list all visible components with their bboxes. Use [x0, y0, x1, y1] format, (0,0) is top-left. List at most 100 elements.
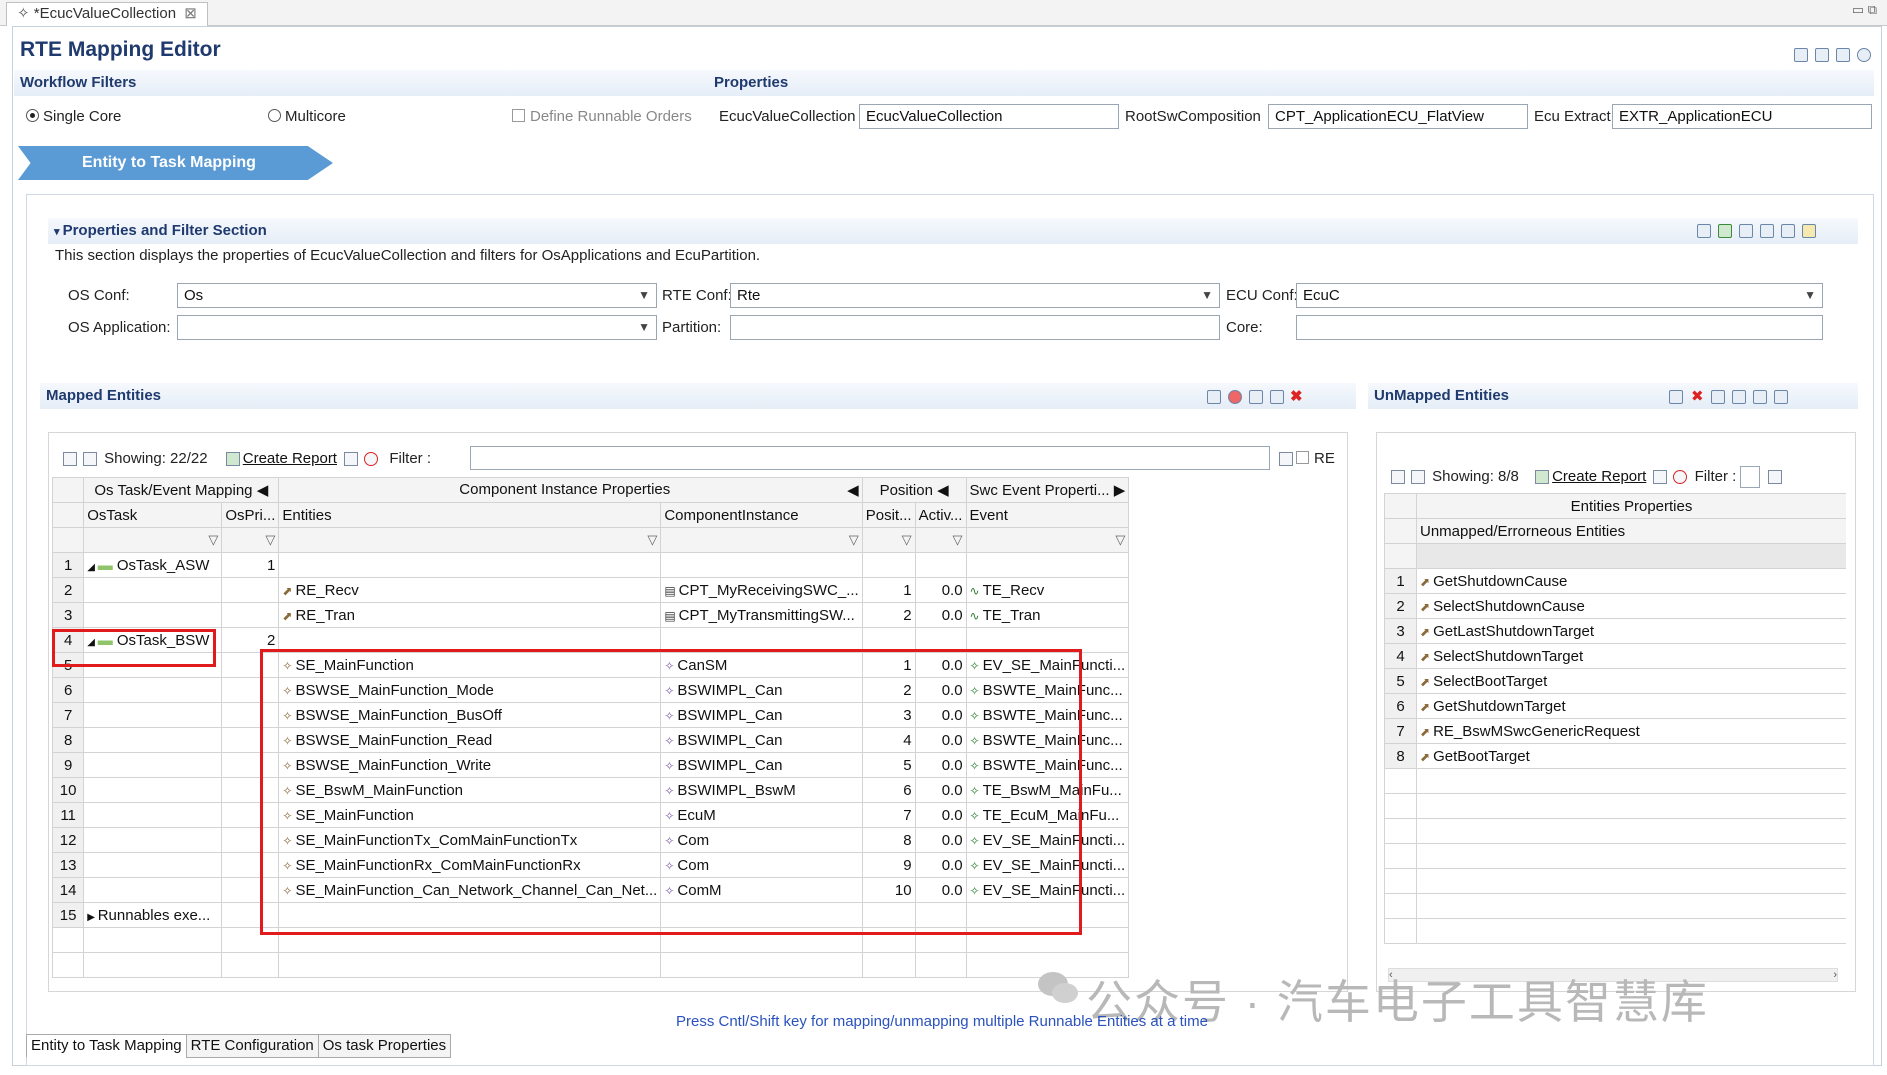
refresh-icon[interactable] [1653, 470, 1668, 484]
view-icon[interactable] [1710, 390, 1725, 405]
stop-icon[interactable] [1228, 390, 1242, 405]
group-header-position[interactable]: Position ◀ [861, 477, 967, 503]
group-header-os-task[interactable]: Os Task/Event Mapping ◀ [83, 477, 280, 503]
list-item[interactable]: 5 ⬈ SelectBootTarget [1384, 668, 1846, 694]
expand-icon[interactable]: ▶ [87, 912, 97, 923]
single-core-radio[interactable]: Single Core [26, 108, 121, 125]
scroll-right-icon[interactable]: › [1833, 969, 1837, 981]
ecuc-field[interactable]: EcucValueCollection [859, 104, 1119, 129]
unmapped-entity-cell[interactable]: ⬈ RE_BswMSwcGenericRequest [1416, 718, 1846, 744]
filter-clear-icon[interactable] [1767, 470, 1782, 484]
expand-all-icon[interactable] [1391, 470, 1405, 484]
columns-icon[interactable] [1207, 390, 1221, 405]
list-item[interactable]: 1 ⬈ GetShutdownCause [1384, 568, 1846, 594]
collapse-all-icon[interactable] [1411, 470, 1425, 484]
mapped-create-report-link[interactable]: Create Report [243, 450, 337, 467]
import-icon[interactable] [1781, 224, 1795, 239]
export-icon[interactable] [1815, 48, 1829, 63]
unmapped-entity-cell[interactable]: ⬈ SelectShutdownCause [1416, 593, 1846, 619]
column-filter-icon[interactable]: ▽ [83, 527, 223, 553]
col-unmapped-entities[interactable]: Unmapped/Errorneous Entities [1416, 518, 1846, 544]
column-filter-icon[interactable]: ▽ [914, 527, 967, 553]
column-filter-cell[interactable] [1416, 543, 1846, 569]
group-header-entities-properties[interactable]: Entities Properties [1416, 493, 1846, 519]
ostask-cell[interactable] [83, 602, 223, 628]
ostask-cell[interactable] [83, 827, 223, 853]
tab-entity-to-task-mapping[interactable]: Entity to Task Mapping [26, 1034, 187, 1058]
delete-icon[interactable]: ✖ [1691, 388, 1704, 405]
ostask-cell[interactable] [83, 677, 223, 703]
ecu-conf-combo[interactable]: EcuC ▼ [1296, 283, 1823, 308]
tab-rte-configuration[interactable]: RTE Configuration [185, 1034, 319, 1058]
unmapped-entity-cell[interactable]: ⬈ GetShutdownCause [1416, 568, 1846, 594]
ostask-cell[interactable] [83, 752, 223, 778]
report-icon[interactable] [225, 452, 240, 467]
tab-os-task-properties[interactable]: Os task Properties [317, 1034, 452, 1058]
expand-all-icon[interactable] [63, 452, 77, 467]
ostask-cell[interactable] [83, 777, 223, 803]
clear-filter-icon[interactable] [1673, 470, 1688, 484]
root-sw-composition-field[interactable]: CPT_ApplicationECU_FlatView [1268, 104, 1528, 129]
refresh-icon[interactable] [344, 452, 359, 467]
move-icon[interactable] [1249, 390, 1263, 405]
list-item[interactable]: 7 ⬈ RE_BswMSwcGenericRequest [1384, 718, 1846, 744]
re-filter-option[interactable]: RE [1276, 450, 1335, 467]
ostask-cell[interactable] [83, 852, 223, 878]
mapped-filter-input[interactable] [470, 446, 1270, 470]
event-cell[interactable] [965, 552, 1130, 578]
col-ospriority[interactable]: OsPri... [221, 502, 280, 528]
list-item[interactable]: 2 ⬈ SelectShutdownCause [1384, 593, 1846, 619]
list-item[interactable]: 3 ⬈ GetLastShutdownTarget [1384, 618, 1846, 644]
column-filter-icon[interactable]: ▽ [278, 527, 662, 553]
clear-filter-icon[interactable] [364, 452, 379, 467]
position-cell[interactable]: 1 [861, 577, 916, 603]
activation-cell[interactable] [914, 552, 967, 578]
chevron-down-icon[interactable]: ▼ [638, 284, 650, 307]
col-component-instance[interactable]: ComponentInstance [660, 502, 863, 528]
open-icon[interactable] [1697, 224, 1711, 239]
list-icon[interactable] [1760, 224, 1774, 239]
filter-clear-icon[interactable] [1279, 452, 1293, 467]
entity-cell[interactable]: ⬈ RE_Recv [278, 577, 662, 603]
unmapped-entity-cell[interactable]: ⬈ GetShutdownTarget [1416, 693, 1846, 719]
collapse-left-icon[interactable]: ◀ [937, 482, 949, 499]
workflow-step-entity-to-task[interactable]: Entity to Task Mapping [18, 146, 333, 180]
delete-icon[interactable]: ✖ [1290, 388, 1303, 405]
filter-section-header[interactable]: ▾ Properties and Filter Section [48, 218, 1858, 244]
add-icon[interactable] [1752, 390, 1767, 405]
report-icon[interactable] [1535, 470, 1550, 484]
component-cell[interactable]: ▤ CPT_MyTransmittingSW... [660, 602, 863, 628]
ostask-cell[interactable] [83, 802, 223, 828]
col-activation[interactable]: Activ... [914, 502, 967, 528]
column-filter-icon[interactable]: ▽ [221, 527, 280, 553]
event-cell[interactable]: ∿ TE_Recv [965, 577, 1130, 603]
column-filter-icon[interactable]: ▽ [660, 527, 863, 553]
define-runnable-orders-checkbox[interactable]: Define Runnable Orders [512, 108, 692, 125]
entity-cell[interactable]: ⬈ RE_Tran [278, 602, 662, 628]
col-position[interactable]: Posit... [861, 502, 916, 528]
event-cell[interactable]: ∿ TE_Tran [965, 602, 1130, 628]
columns-icon[interactable] [1669, 390, 1683, 405]
collapse-icon[interactable]: ▾ [54, 226, 63, 238]
chevron-down-icon[interactable]: ▼ [638, 316, 650, 339]
position-cell[interactable] [861, 552, 916, 578]
multicore-radio[interactable]: Multicore [268, 108, 346, 125]
unmapped-create-report-link[interactable]: Create Report [1552, 468, 1646, 485]
validate-icon[interactable] [1794, 48, 1808, 63]
back-icon[interactable] [1773, 390, 1788, 405]
group-header-component[interactable]: Component Instance Properties ◀ [278, 477, 863, 503]
list-item[interactable]: 6 ⬈ GetShutdownTarget [1384, 693, 1846, 719]
position-cell[interactable]: 2 [861, 602, 916, 628]
window-controls[interactable]: ▭ ⧉ [1852, 2, 1877, 18]
chevron-down-icon[interactable]: ▼ [1201, 284, 1213, 307]
os-conf-combo[interactable]: Os ▼ [177, 283, 657, 308]
ecu-extract-field[interactable]: EXTR_ApplicationECU [1612, 104, 1872, 129]
collapse-left-icon[interactable]: ◀ [257, 482, 269, 499]
group-header-swc-event[interactable]: Swc Event Properti... ▶ [965, 477, 1130, 503]
ostask-cell[interactable] [83, 727, 223, 753]
unmapped-entity-cell[interactable]: ⬈ SelectBootTarget [1416, 668, 1846, 694]
map-icon[interactable] [1731, 390, 1746, 405]
close-icon[interactable]: ⊠ [184, 5, 197, 22]
table-row[interactable]: 3 ⬈ RE_Tran ▤ CPT_MyTransmittingSW... 2 0.0 ∿ TE… [52, 602, 1342, 628]
unmapped-filter-input[interactable] [1740, 466, 1761, 488]
